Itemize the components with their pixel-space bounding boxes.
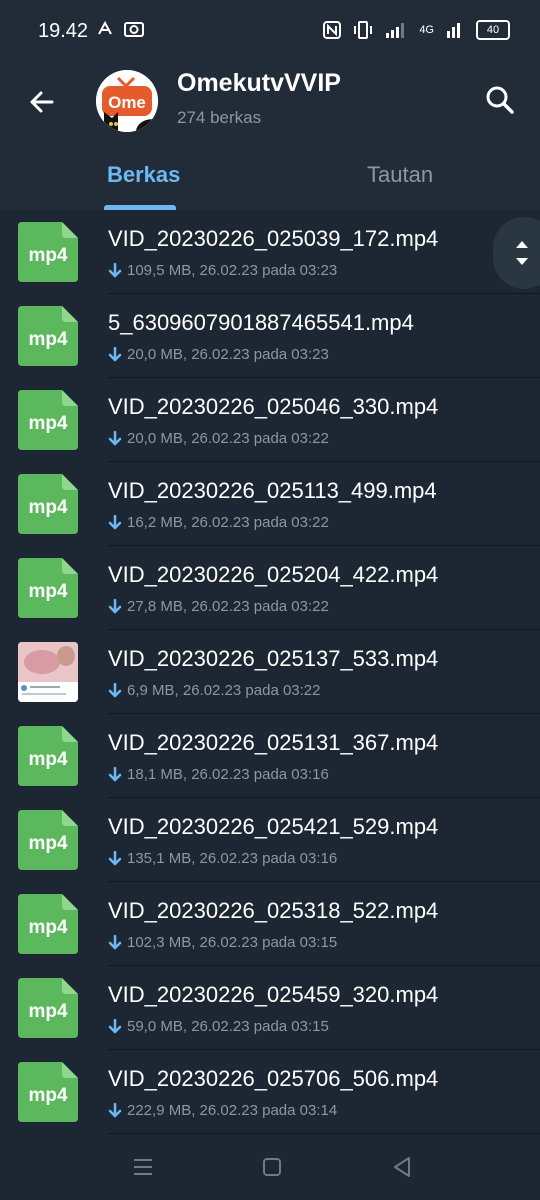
file-name: VID_20230226_025204_422.mp4: [108, 562, 439, 587]
list-item[interactable]: VID_20230226_025137_533.mp4 6,9 MB, 26.0…: [0, 630, 540, 714]
search-icon: [486, 86, 514, 114]
nfc-icon: [323, 21, 342, 39]
menu-icon[interactable]: [132, 1156, 154, 1178]
home-icon[interactable]: [262, 1157, 282, 1177]
avatar[interactable]: Ome: [96, 70, 158, 132]
list-item[interactable]: mp4 5_6309607901887465541.mp4 20,0 MB, 2…: [0, 294, 540, 378]
list-item[interactable]: mp4 VID_20230226_025459_320.mp4 59,0 MB,…: [0, 966, 540, 1050]
file-meta-text: 222,9 MB, 26.02.23 pada 03:14: [127, 1102, 338, 1119]
file-meta-text: 20,0 MB, 26.02.23 pada 03:22: [127, 430, 329, 447]
back-button[interactable]: [22, 82, 62, 122]
file-name: VID_20230226_025046_330.mp4: [108, 394, 439, 419]
signal-icon-secondary: [447, 23, 460, 38]
file-type-label: mp4: [28, 749, 68, 770]
file-name: VID_20230226_025421_529.mp4: [108, 814, 439, 839]
file-type-label: mp4: [28, 497, 68, 518]
file-type-label: mp4: [28, 1085, 68, 1106]
download-arrow-icon: [108, 850, 122, 865]
video-thumbnail: [18, 642, 78, 702]
download-arrow-icon: [108, 262, 122, 277]
notification-icon: [98, 20, 112, 35]
file-icon: mp4: [18, 726, 78, 786]
file-name: VID_20230226_025039_172.mp4: [108, 226, 439, 251]
network-type: 4G: [419, 24, 434, 36]
list-item[interactable]: mp4 VID_20230226_025039_172.mp4 109,5 MB…: [0, 210, 540, 294]
list-item[interactable]: mp4 VID_20230226_025421_529.mp4 135,1 MB…: [0, 798, 540, 882]
file-meta-text: 102,3 MB, 26.02.23 pada 03:15: [127, 934, 338, 951]
file-type-label: mp4: [28, 581, 68, 602]
list-item[interactable]: mp4 VID_20230226_025131_367.mp4 18,1 MB,…: [0, 714, 540, 798]
file-meta-text: 27,8 MB, 26.02.23 pada 03:22: [127, 598, 329, 615]
file-icon: mp4: [18, 810, 78, 870]
file-icon: mp4: [18, 222, 78, 282]
file-name: 5_6309607901887465541.mp4: [108, 310, 414, 335]
scroll-up-down-icon: [516, 241, 528, 265]
camera-icon: [124, 22, 144, 37]
download-arrow-icon: [108, 514, 122, 529]
file-type-label: mp4: [28, 1001, 68, 1022]
tab-files[interactable]: Berkas: [107, 162, 180, 188]
list-item[interactable]: mp4 VID_20230226_025204_422.mp4 27,8 MB,…: [0, 546, 540, 630]
chat-header: Ome OmekutvVVIP 274 berkas Berkas Tautan: [0, 62, 540, 210]
list-item[interactable]: mp4 VID_20230226_025318_522.mp4 102,3 MB…: [0, 882, 540, 966]
channel-title: OmekutvVVIP: [177, 69, 341, 97]
file-type-label: mp4: [28, 833, 68, 854]
file-name: VID_20230226_025706_506.mp4: [108, 1066, 439, 1091]
tab-links[interactable]: Tautan: [367, 162, 433, 188]
file-icon: mp4: [18, 558, 78, 618]
file-icon: mp4: [18, 390, 78, 450]
file-meta-text: 16,2 MB, 26.02.23 pada 03:22: [127, 514, 329, 531]
file-name: VID_20230226_025459_320.mp4: [108, 982, 439, 1007]
status-time: 19.42: [38, 20, 89, 42]
file-icon: mp4: [18, 306, 78, 366]
download-arrow-icon: [108, 598, 122, 613]
download-arrow-icon: [108, 1102, 122, 1117]
file-meta-text: 6,9 MB, 26.02.23 pada 03:22: [127, 682, 321, 699]
battery-icon: 40: [476, 20, 510, 40]
file-meta-text: 135,1 MB, 26.02.23 pada 03:16: [127, 850, 338, 867]
file-icon: mp4: [18, 978, 78, 1038]
fast-scroll-handle[interactable]: [493, 217, 540, 289]
file-icon: mp4: [18, 1062, 78, 1122]
file-name: VID_20230226_025137_533.mp4: [108, 646, 439, 671]
back-nav-icon[interactable]: [392, 1156, 412, 1178]
list-item[interactable]: mp4 VID_20230226_025046_330.mp4 20,0 MB,…: [0, 378, 540, 462]
file-type-label: mp4: [28, 329, 68, 350]
file-meta-text: 20,0 MB, 26.02.23 pada 03:23: [127, 346, 329, 363]
file-name: VID_20230226_025318_522.mp4: [108, 898, 439, 923]
file-type-label: mp4: [28, 413, 68, 434]
download-arrow-icon: [108, 430, 122, 445]
download-arrow-icon: [108, 766, 122, 781]
status-bar: 19.42 4G 40: [0, 0, 540, 62]
list-item[interactable]: mp4 VID_20230226_025706_506.mp4 222,9 MB…: [0, 1050, 540, 1134]
file-meta-text: 18,1 MB, 26.02.23 pada 03:16: [127, 766, 329, 783]
download-arrow-icon: [108, 346, 122, 361]
file-meta-text: 59,0 MB, 26.02.23 pada 03:15: [127, 1018, 329, 1035]
file-list: mp4 VID_20230226_025039_172.mp4 109,5 MB…: [0, 210, 540, 1134]
signal-icon: [386, 23, 405, 38]
system-nav-bar: [0, 1134, 540, 1200]
avatar-text: Ome: [108, 93, 146, 112]
download-arrow-icon: [108, 1018, 122, 1033]
file-type-label: mp4: [28, 917, 68, 938]
download-arrow-icon: [108, 682, 122, 697]
download-arrow-icon: [108, 934, 122, 949]
channel-logo: Ome: [96, 70, 158, 132]
arrow-back-icon: [30, 91, 54, 113]
search-button[interactable]: [480, 80, 520, 120]
vibrate-icon: [354, 21, 373, 39]
file-meta-text: 109,5 MB, 26.02.23 pada 03:23: [127, 262, 338, 279]
list-item[interactable]: mp4 VID_20230226_025113_499.mp4 16,2 MB,…: [0, 462, 540, 546]
file-name: VID_20230226_025113_499.mp4: [108, 478, 437, 503]
file-count: 274 berkas: [177, 108, 262, 127]
file-name: VID_20230226_025131_367.mp4: [108, 730, 439, 755]
file-icon: mp4: [18, 894, 78, 954]
file-type-label: mp4: [28, 245, 68, 266]
video-thumbnail-image: [18, 642, 78, 702]
file-icon: mp4: [18, 474, 78, 534]
